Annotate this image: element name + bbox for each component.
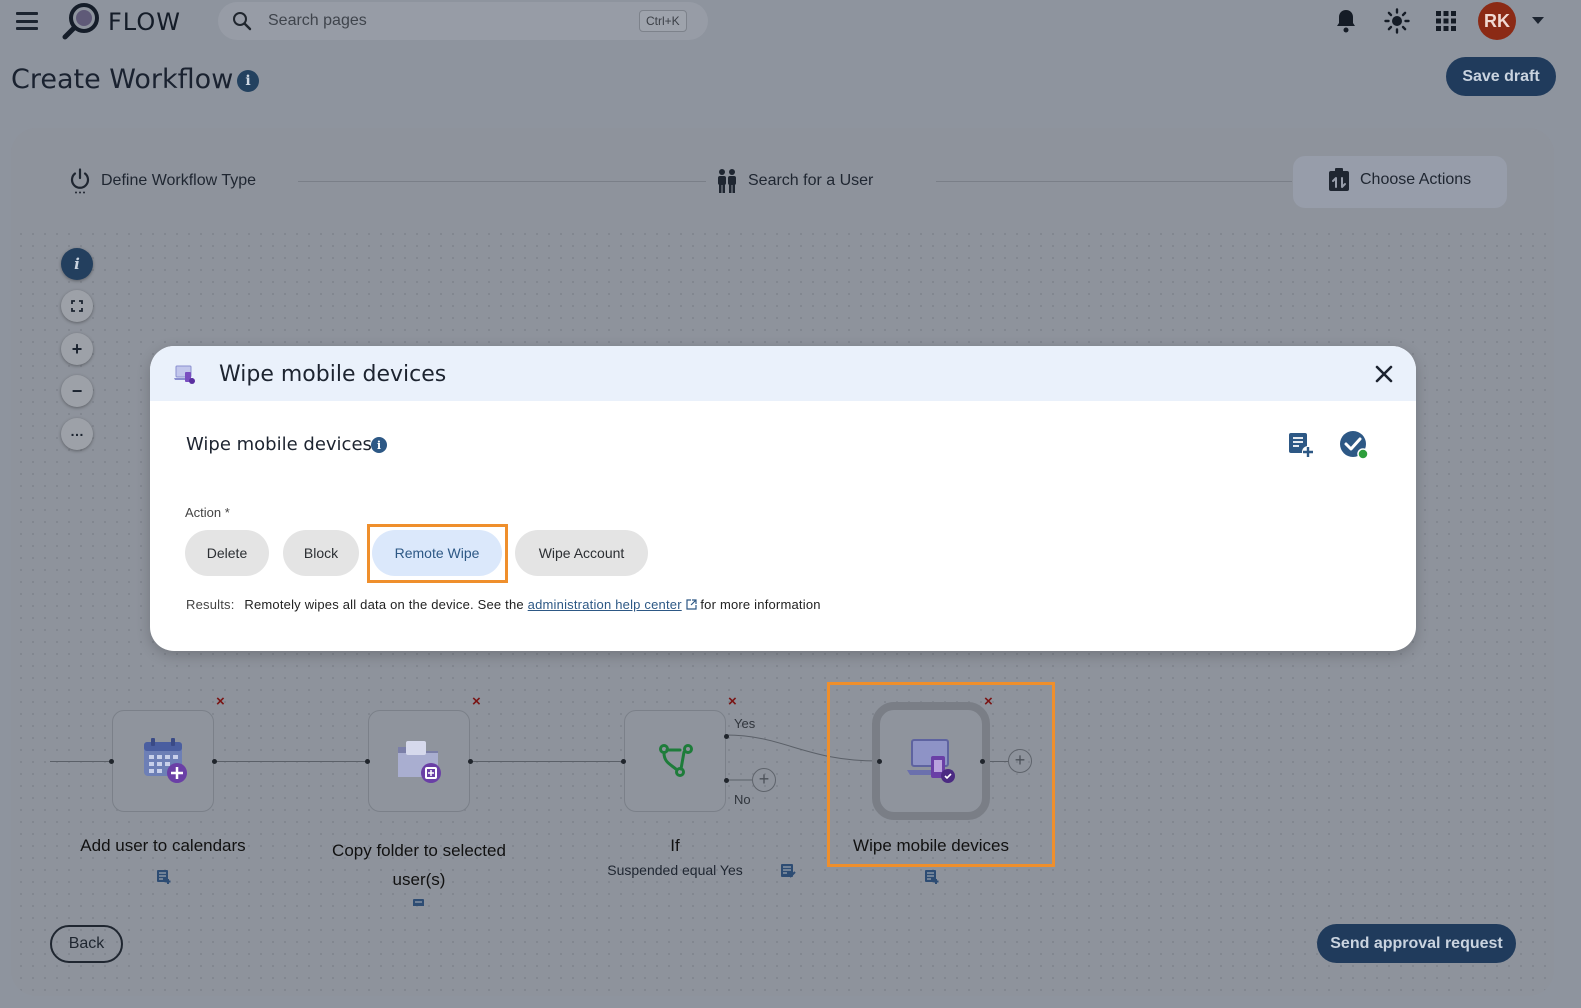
top-bar: FLOW Ctrl+K RK: [0, 0, 1581, 42]
node-label: If: [670, 836, 680, 855]
delete-node-icon[interactable]: ×: [728, 693, 737, 710]
info-icon[interactable]: i: [237, 70, 259, 92]
send-approval-request-button[interactable]: Send approval request: [1317, 924, 1516, 963]
node-label: Copy folder to selected user(s): [332, 841, 506, 889]
step-choose-actions[interactable]: Choose Actions: [1328, 168, 1471, 192]
results-label: Results:: [186, 597, 235, 612]
device-wipe-icon: [907, 739, 955, 783]
search-bar[interactable]: Ctrl+K: [218, 2, 708, 40]
close-icon[interactable]: [1372, 362, 1396, 386]
notes-add-icon[interactable]: [924, 869, 940, 885]
stepper-connector: [298, 181, 706, 182]
dialog-title: Wipe mobile devices: [219, 362, 447, 387]
step-label: Define Workflow Type: [101, 172, 257, 189]
action-delete-chip[interactable]: Delete: [185, 530, 269, 576]
zoom-in-button[interactable]: +: [61, 333, 93, 365]
plus-icon: +: [71, 338, 83, 359]
fit-view-button[interactable]: [61, 290, 93, 322]
administration-help-center-link[interactable]: administration help center: [528, 597, 682, 612]
theme-sun-icon[interactable]: [1384, 8, 1410, 34]
stepper-connector: [936, 181, 1292, 182]
action-field-label: Action *: [185, 505, 230, 520]
action-section-title: Wipe mobile devices: [186, 434, 372, 455]
actions-icon: [1329, 168, 1349, 191]
bell-icon[interactable]: [1334, 8, 1358, 34]
step-search-user[interactable]: Search for a User: [716, 168, 873, 194]
node-condition-text: Suspended equal Yes: [607, 862, 743, 878]
save-draft-button[interactable]: Save draft: [1446, 57, 1556, 96]
minus-icon: −: [71, 380, 83, 401]
plus-icon: +: [1014, 750, 1026, 770]
action-block-chip[interactable]: Block: [283, 530, 359, 576]
node-copy-folder[interactable]: [368, 710, 470, 812]
step-define-workflow-type[interactable]: Define Workflow Type: [69, 168, 256, 194]
add-node-button[interactable]: +: [1008, 749, 1032, 773]
add-note-icon[interactable]: [1288, 432, 1314, 458]
info-icon: i: [74, 255, 80, 273]
flow-logo-icon: [62, 3, 99, 40]
node-wipe-mobile-devices[interactable]: [872, 702, 990, 820]
delete-node-icon[interactable]: ×: [472, 693, 481, 710]
verified-check-icon[interactable]: [1338, 430, 1370, 462]
more-options-button[interactable]: …: [61, 418, 93, 450]
folder-copy-icon: [398, 741, 441, 783]
info-icon[interactable]: i: [371, 437, 387, 453]
fit-view-icon: [71, 300, 83, 312]
menu-icon[interactable]: [16, 12, 38, 30]
step-label: Search for a User: [748, 172, 874, 189]
power-icon: [70, 168, 90, 194]
plus-icon: +: [758, 769, 770, 789]
chevron-down-icon[interactable]: [1532, 17, 1544, 24]
more-icon: …: [70, 423, 84, 439]
highlight-frame: [367, 524, 508, 583]
delete-node-icon[interactable]: ×: [984, 693, 993, 710]
node-label: Add user to calendars: [80, 836, 246, 855]
users-icon: [718, 169, 736, 193]
search-input[interactable]: [268, 10, 628, 32]
search-icon: [233, 12, 252, 31]
branch-no-label: No: [734, 792, 751, 807]
notes-add-icon[interactable]: [412, 898, 428, 906]
app-name: FLOW: [108, 8, 181, 36]
branch-yes-label: Yes: [734, 716, 756, 731]
back-button[interactable]: Back: [50, 925, 123, 963]
delete-node-icon[interactable]: ×: [216, 693, 225, 710]
edit-note-icon[interactable]: [780, 863, 796, 879]
avatar[interactable]: RK: [1478, 2, 1516, 40]
page-title: Create Workflow: [11, 64, 234, 95]
dialog-header: Wipe mobile devices: [150, 346, 1416, 401]
search-shortcut: Ctrl+K: [639, 10, 687, 32]
zoom-out-button[interactable]: −: [61, 375, 93, 407]
apps-grid-icon[interactable]: [1436, 11, 1456, 31]
external-link-icon[interactable]: [685, 599, 697, 610]
wipe-mobile-devices-dialog: Wipe mobile devices Wipe mobile devices …: [150, 346, 1416, 651]
device-wipe-icon: [174, 365, 195, 384]
action-wipe-account-chip[interactable]: Wipe Account: [515, 530, 648, 576]
node-if-condition[interactable]: [624, 710, 726, 812]
calendar-add-icon: [144, 738, 187, 783]
canvas-info-button[interactable]: i: [61, 248, 93, 280]
node-add-user-to-calendars[interactable]: [112, 710, 214, 812]
notes-add-icon[interactable]: [156, 869, 172, 885]
results-text: Results: Remotely wipes all data on the …: [186, 597, 821, 612]
step-label: Choose Actions: [1360, 171, 1472, 188]
branch-icon: [659, 744, 693, 777]
node-label: Wipe mobile devices: [853, 836, 1009, 855]
add-branch-node-button[interactable]: +: [752, 768, 776, 792]
